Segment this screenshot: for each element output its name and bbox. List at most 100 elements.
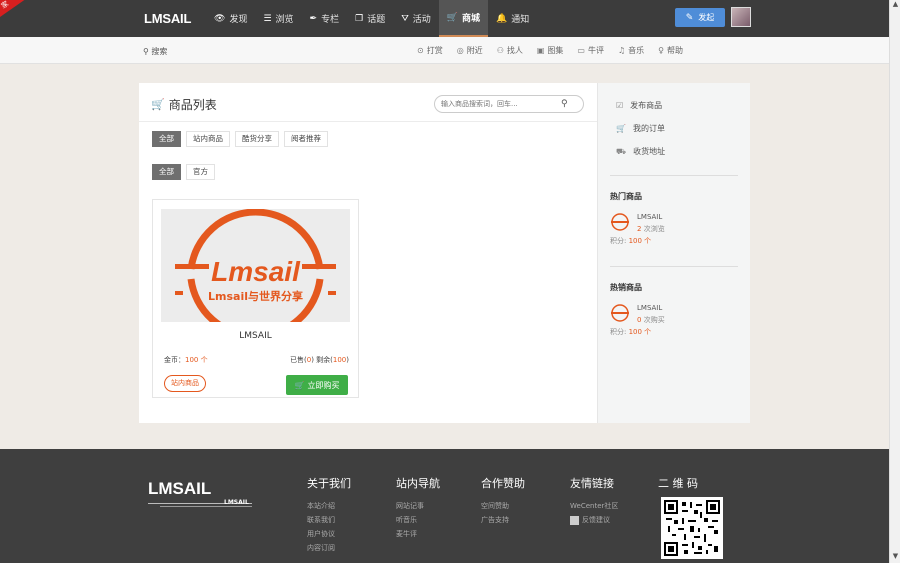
people-icon: ⚇: [496, 46, 504, 55]
qr-code-image: [664, 500, 720, 556]
sub-link-label: 找人: [506, 46, 523, 55]
product-list-panel: 🛒商品列表 ⚲ 全部 站内商品 酷货分享 阅者推荐 全部 官方 Lmsail L…: [139, 83, 597, 423]
best-sellers-heading: 热销商品: [610, 283, 642, 292]
nav-item-topic[interactable]: ❐ 话题: [347, 0, 393, 37]
footer-link[interactable]: 用户协议: [307, 527, 351, 541]
hot-goods-name[interactable]: LMSAIL: [637, 213, 662, 221]
sub-link-people[interactable]: ⚇ 找人: [497, 37, 523, 64]
product-search[interactable]: ⚲: [434, 95, 584, 113]
footer-col-friends: 友情链接 WeCenter社区 反馈建议: [570, 475, 618, 527]
product-search-input[interactable]: [441, 100, 561, 108]
nav-item-discover[interactable]: 👁 发现: [206, 0, 255, 37]
feedback-icon: [570, 515, 579, 525]
nav-item-notify[interactable]: 🔔 通知: [488, 0, 537, 37]
cart-icon: 🛒: [616, 124, 626, 133]
best-sellers-logo-icon[interactable]: [610, 303, 630, 323]
filter-cool-share[interactable]: 酷货分享: [235, 131, 279, 147]
truck-icon: ⛟: [616, 146, 627, 156]
nav-item-browse[interactable]: ☰ 浏览: [255, 0, 301, 37]
footer-link[interactable]: 听音乐: [396, 513, 440, 527]
category-filter: 全部 站内商品 酷货分享 阅者推荐: [152, 131, 333, 147]
nav-item-mall[interactable]: 🛒 商城: [438, 0, 489, 37]
reward-icon: ⊙: [417, 46, 424, 55]
user-avatar[interactable]: [731, 7, 751, 27]
headphones-icon: ♫: [617, 46, 626, 55]
sub-link-label: 牛评: [587, 46, 604, 55]
sidebar-link-label: 我的订单: [632, 124, 665, 133]
sub-link-help[interactable]: ♀ 帮助: [658, 37, 683, 64]
sidebar-link-publish[interactable]: ☑ 发布商品: [616, 100, 662, 111]
sub-links: ⊙ 打赏 ◎ 附近 ⚇ 找人 ▣ 图集 ▭ 牛评 ♫ 音乐 ♀ 帮助: [417, 37, 697, 64]
bell-icon: 🔔: [496, 13, 508, 24]
footer-link[interactable]: 本站介绍: [307, 499, 351, 513]
nav-label: 活动: [412, 15, 431, 25]
page-footer: LMSAIL LMSAIL 关于我们 本站介绍 联系我们 用户协议 内容订阅 站…: [0, 449, 889, 563]
footer-link[interactable]: 网站记事: [396, 499, 440, 513]
sub-search-link[interactable]: ⚲ 搜索: [143, 46, 167, 57]
footer-logo[interactable]: LMSAIL: [148, 479, 211, 499]
lmsail-logo-image: Lmsail Lmsail与世界分享: [161, 209, 350, 322]
divider: [610, 266, 738, 267]
source-filter: 全部 官方: [152, 164, 220, 180]
scroll-up-icon[interactable]: ▲: [890, 0, 900, 11]
footer-link[interactable]: 联系我们: [307, 513, 351, 527]
footer-link-feedback[interactable]: 反馈建议: [570, 513, 618, 527]
product-name[interactable]: LMSAIL: [153, 331, 358, 341]
footer-col-title: 合作赞助: [481, 477, 525, 490]
sub-link-music[interactable]: ♫ 音乐: [618, 37, 644, 64]
site-logo[interactable]: LMSAIL: [144, 11, 191, 26]
publish-label: 发起: [698, 13, 715, 22]
best-sellers-purchases: 0 次购买: [637, 316, 665, 324]
nav-item-column[interactable]: ✒ 专栏: [302, 0, 348, 37]
filter-reader-picks[interactable]: 阅者推荐: [284, 131, 328, 147]
sub-link-nearby[interactable]: ◎ 附近: [457, 37, 483, 64]
qr-code: [661, 497, 723, 559]
sub-link-reward[interactable]: ⊙ 打赏: [417, 37, 443, 64]
buy-now-button[interactable]: 🛒 立即购买: [286, 375, 348, 395]
footer-col-title: 站内导航: [396, 477, 440, 490]
page-scrollbar[interactable]: ▲ ▼: [889, 0, 900, 563]
cart-icon: 🛒: [446, 12, 458, 23]
footer-link[interactable]: 内容订阅: [307, 541, 351, 555]
footer-link[interactable]: WeCenter社区: [570, 499, 618, 513]
nav-label: 商城: [462, 14, 481, 24]
product-image[interactable]: Lmsail Lmsail与世界分享: [161, 209, 350, 322]
help-icon: ♀: [658, 46, 665, 55]
corner-ribbon[interactable]: 家: [0, 0, 25, 22]
footer-link-label: 反馈建议: [582, 516, 610, 524]
footer-link[interactable]: 广告支持: [481, 513, 525, 527]
nearby-icon: ◎: [456, 46, 464, 55]
best-sellers-name[interactable]: LMSAIL: [637, 304, 662, 312]
filter-all[interactable]: 全部: [152, 131, 181, 147]
footer-link[interactable]: 空间赞助: [481, 499, 525, 513]
search-icon[interactable]: ⚲: [561, 99, 568, 109]
sub-link-label: 打赏: [426, 46, 443, 55]
sub-link-review[interactable]: ▭ 牛评: [577, 37, 604, 64]
filter-site-goods[interactable]: 站内商品: [186, 131, 230, 147]
sidebar-link-address[interactable]: ⛟ 收货地址: [616, 146, 665, 157]
scroll-down-icon[interactable]: ▼: [890, 552, 900, 563]
footer-col-sponsor: 合作赞助 空间赞助 广告支持: [481, 475, 525, 527]
mall-sidebar: ☑ 发布商品 🛒 我的订单 ⛟ 收货地址 热门商品 LMSAIL 2 次浏览 积分: …: [597, 83, 750, 423]
publish-icon: ✎: [685, 12, 694, 23]
nav-label: 专栏: [321, 15, 340, 25]
panel-header: 🛒商品列表 ⚲: [139, 83, 597, 122]
footer-col-about: 关于我们 本站介绍 联系我们 用户协议 内容订阅: [307, 475, 351, 555]
nav-item-activity[interactable]: ⛛ 活动: [393, 0, 439, 37]
publish-button[interactable]: ✎ 发起: [675, 8, 725, 27]
hot-goods-logo-icon[interactable]: [610, 212, 630, 232]
sub-link-gallery[interactable]: ▣ 图集: [537, 37, 564, 64]
sidebar-link-orders[interactable]: 🛒 我的订单: [616, 123, 665, 134]
best-sellers-points: 积分: 100 个: [610, 328, 652, 336]
sub-link-label: 附近: [466, 46, 483, 55]
comment-icon: ▭: [577, 46, 585, 55]
pen-icon: ✒: [309, 13, 318, 24]
footer-link[interactable]: 麦牛评: [396, 527, 440, 541]
product-tag[interactable]: 站内商品: [164, 375, 206, 392]
footer-col-nav: 站内导航 网站记事 听音乐 麦牛评: [396, 475, 440, 541]
filter-source-all[interactable]: 全部: [152, 164, 181, 180]
hot-goods-views: 2 次浏览: [637, 225, 665, 233]
activity-icon: ⛛: [401, 13, 409, 24]
sub-link-label: 图集: [547, 46, 564, 55]
filter-official[interactable]: 官方: [186, 164, 215, 180]
